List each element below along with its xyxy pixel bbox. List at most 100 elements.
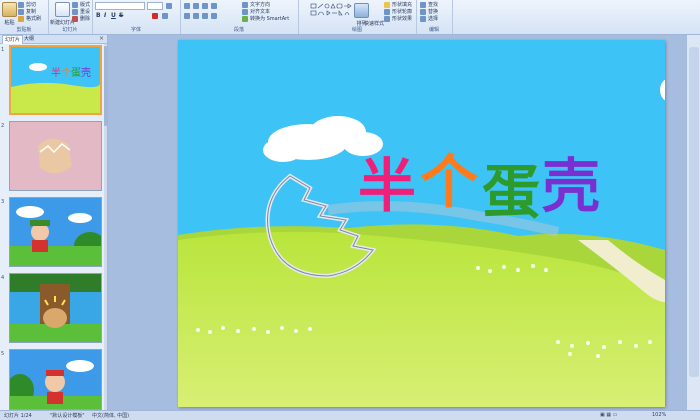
strikethrough-button[interactable]: S	[119, 12, 123, 19]
shape-fill-label: 形状填充	[392, 2, 413, 8]
delete-slide-button[interactable]: 删除	[72, 15, 90, 22]
replace-button[interactable]: 替换	[420, 8, 438, 15]
justify-icon[interactable]	[211, 13, 217, 19]
title-char-3: 蛋	[482, 158, 541, 226]
align-right-icon[interactable]	[202, 13, 208, 19]
reset-button[interactable]: 重设	[72, 8, 90, 15]
panel-scrollbar-thumb[interactable]	[104, 46, 107, 126]
svg-text:个: 个	[61, 67, 71, 79]
text-direction-label: 文字方向	[250, 2, 271, 8]
align-text-icon	[242, 8, 248, 15]
reset-icon	[72, 8, 78, 15]
delete-label: 删除	[80, 16, 91, 22]
replace-icon	[420, 8, 426, 15]
svg-text:半: 半	[51, 66, 61, 79]
font-group-label: 字体	[130, 27, 141, 33]
slide-5-preview	[10, 350, 101, 409]
panel-tabs: 幻灯片 大纲 ×	[0, 35, 107, 44]
brush-icon	[18, 15, 24, 22]
font-family-select[interactable]	[95, 2, 145, 10]
find-button[interactable]: 查找	[420, 1, 438, 8]
replace-label: 替换	[428, 9, 439, 15]
slide-number: 3	[1, 199, 5, 205]
font-size-select[interactable]	[147, 2, 163, 10]
layout-icon	[72, 1, 78, 8]
zoom-level[interactable]: 102%	[652, 412, 666, 418]
paragraph-group-label: 段落	[233, 27, 244, 33]
svg-text:壳: 壳	[81, 66, 91, 79]
paint-bucket-icon	[384, 1, 390, 8]
slides-panel: 幻灯片 大纲 × 1 半 个 蛋 壳 2 3 4 5	[0, 35, 108, 410]
svg-text:蛋: 蛋	[71, 67, 81, 79]
tab-slides[interactable]: 幻灯片	[2, 35, 24, 44]
slide-thumbnail-5[interactable]	[9, 349, 102, 410]
title-char-4: 壳	[542, 152, 601, 220]
workspace-scrollbar[interactable]	[686, 35, 700, 410]
shapes-gallery[interactable]	[310, 3, 354, 25]
align-left-icon[interactable]	[184, 13, 190, 19]
pen-icon	[384, 8, 390, 15]
align-text-button[interactable]: 对齐文本	[242, 8, 270, 15]
select-button[interactable]: 选择	[420, 15, 438, 22]
align-text-label: 对齐文本	[250, 9, 271, 15]
slide-number: 2	[1, 123, 5, 129]
format-painter-button[interactable]: 格式刷	[18, 15, 41, 22]
editing-group: 查找 替换 选择 编辑	[416, 0, 453, 34]
paste-button[interactable]: 粘贴	[2, 2, 17, 26]
bold-button[interactable]: B	[96, 12, 101, 19]
slide-thumbnail-2[interactable]	[9, 121, 102, 191]
bullets-icon[interactable]	[184, 3, 190, 9]
underline-button[interactable]: U	[111, 12, 116, 19]
close-icon[interactable]: ×	[99, 35, 104, 43]
slide-canvas[interactable]: 半 个 蛋 壳	[178, 40, 665, 407]
font-group: B I U S 字体	[92, 0, 181, 34]
slide-thumbnail-4[interactable]	[9, 273, 102, 343]
slide-1-preview: 半 个 蛋 壳	[11, 47, 100, 113]
decrease-indent-icon[interactable]	[202, 3, 208, 9]
layout-label: 版式	[80, 2, 91, 8]
slide-title[interactable]: 半 个 蛋 壳	[358, 152, 608, 246]
delete-icon	[72, 15, 78, 22]
slide-number: 5	[1, 351, 5, 357]
workspace-scrollbar-thumb[interactable]	[689, 47, 699, 377]
cut-button[interactable]: 剪切	[18, 1, 36, 8]
new-slide-icon	[55, 2, 70, 17]
smartart-icon	[242, 15, 248, 22]
tab-outline[interactable]: 大纲	[22, 35, 36, 43]
slides-group: 新建幻灯片 版式 重设 删除 幻灯片	[48, 0, 93, 34]
copy-button[interactable]: 复制	[18, 8, 36, 15]
cursor-icon	[420, 15, 426, 22]
shape-effects-label: 形状效果	[392, 16, 413, 22]
increase-indent-icon[interactable]	[211, 3, 217, 9]
shape-outline-button[interactable]: 形状轮廓	[384, 8, 412, 15]
shape-outline-label: 形状轮廓	[392, 9, 413, 15]
align-center-icon[interactable]	[193, 13, 199, 19]
text-direction-button[interactable]: 文字方向	[242, 1, 270, 8]
shape-effects-button[interactable]: 形状效果	[384, 15, 412, 22]
shadow-icon[interactable]	[162, 13, 168, 19]
italic-button[interactable]: I	[104, 12, 106, 19]
scissors-icon	[18, 1, 24, 8]
grow-font-icon[interactable]	[166, 3, 172, 9]
slide-number: 1	[1, 47, 5, 53]
slide-3-preview	[10, 198, 101, 266]
title-char-2: 个	[420, 148, 479, 216]
layout-button[interactable]: 版式	[72, 1, 90, 8]
font-color-icon[interactable]	[152, 13, 158, 19]
paste-label: 粘贴	[4, 20, 15, 26]
paragraph-group: 文字方向 对齐文本 转换为 SmartArt 段落	[180, 0, 299, 34]
numbering-icon[interactable]	[193, 3, 199, 9]
shape-fill-button[interactable]: 形状填充	[384, 1, 412, 8]
drawing-group-label: 绘图	[351, 27, 362, 33]
view-buttons[interactable]: ▣ ▦ ▭	[600, 412, 617, 418]
slide-thumbnail-1[interactable]: 半 个 蛋 壳	[9, 45, 102, 115]
slides-group-label: 幻灯片	[62, 27, 78, 33]
copy-label: 复制	[26, 9, 37, 15]
clipboard-icon	[2, 2, 17, 17]
clipboard-group: 粘贴 剪切 复制 格式刷 剪贴板	[0, 0, 49, 34]
smartart-button[interactable]: 转换为 SmartArt	[242, 15, 289, 22]
slide-thumbnail-3[interactable]	[9, 197, 102, 267]
clipboard-group-label: 剪贴板	[16, 27, 32, 33]
slide-index-status: 幻灯片 1/24	[4, 413, 32, 419]
select-label: 选择	[428, 16, 439, 22]
